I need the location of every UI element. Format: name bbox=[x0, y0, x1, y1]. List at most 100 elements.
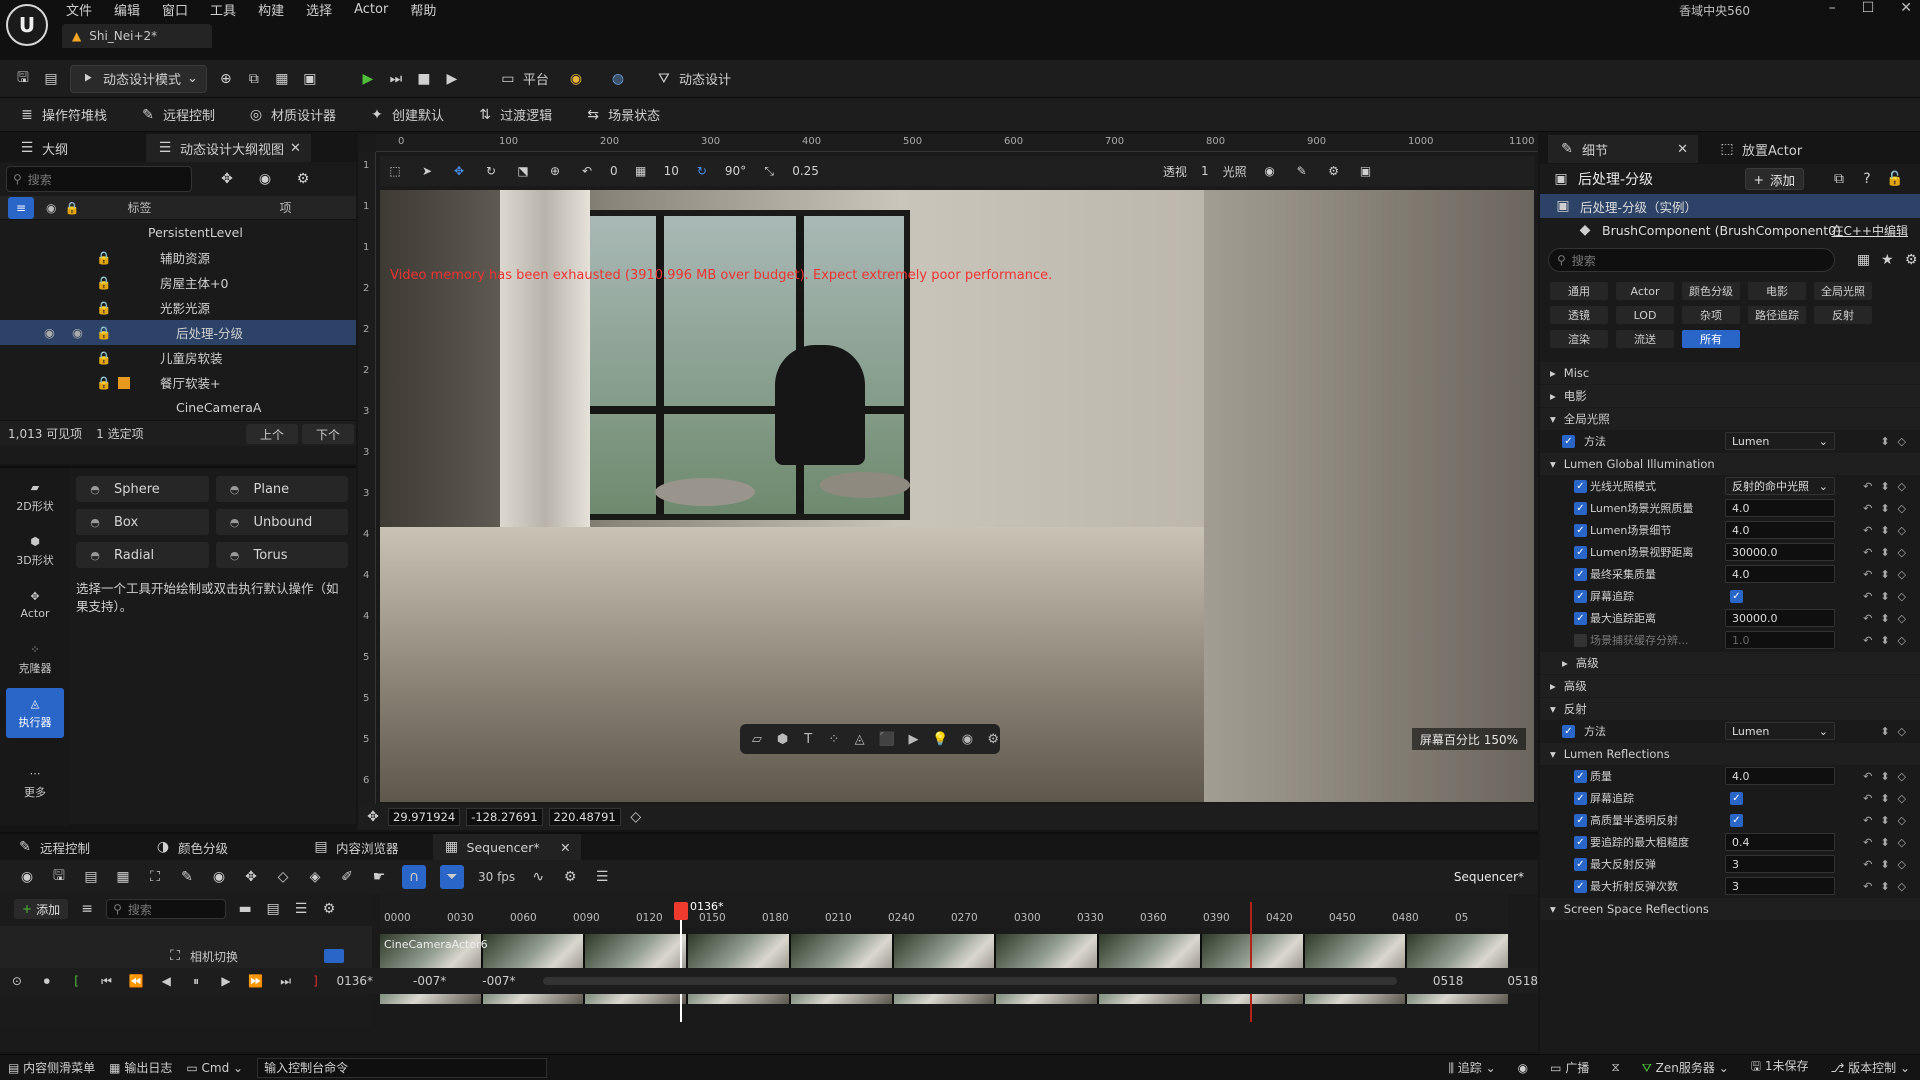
jump-end-icon[interactable]: ⏭ bbox=[277, 972, 295, 990]
array-icon[interactable]: ⬍ bbox=[1880, 480, 1889, 493]
close-icon[interactable]: ✕ bbox=[1900, 0, 1912, 16]
value-checkbox[interactable]: ✓ bbox=[1730, 791, 1743, 805]
refl-method-dropdown[interactable]: Lumen ⌄ bbox=[1725, 722, 1835, 740]
angle-snap-icon[interactable]: ↻ bbox=[693, 162, 711, 180]
override-checkbox[interactable]: ✓ bbox=[1574, 567, 1587, 581]
help-icon[interactable]: ? bbox=[1858, 170, 1876, 188]
menu-actor[interactable]: Actor bbox=[354, 2, 388, 17]
list-icon[interactable]: ☰ bbox=[292, 900, 310, 918]
maximize-icon[interactable]: ☐ bbox=[1862, 0, 1875, 16]
stop-icon[interactable]: ■ bbox=[415, 70, 433, 88]
timeline[interactable]: 0000 0030 0060 0090 0120 0150 0180 0210 0240 0270… bbox=[380, 894, 1509, 1028]
array-icon[interactable]: ⬍ bbox=[1880, 634, 1889, 647]
array-icon[interactable]: ⬍ bbox=[1880, 435, 1889, 448]
gear-icon[interactable]: ⚙ bbox=[320, 900, 338, 918]
cmd-dropdown[interactable]: ▭ Cmd ⌄ bbox=[186, 1061, 243, 1075]
section-gi[interactable]: ▾ 全局光照 bbox=[1540, 408, 1920, 430]
override-checkbox[interactable]: ✓ bbox=[1574, 769, 1587, 783]
playback-end-marker[interactable] bbox=[1250, 902, 1252, 1022]
shape-plane[interactable]: ◓ Plane bbox=[215, 476, 348, 502]
coord-x[interactable]: 29.971924 bbox=[388, 808, 461, 826]
list-icon[interactable]: ☰ bbox=[593, 868, 611, 886]
layers-dropdown[interactable]: 1 bbox=[1201, 164, 1209, 178]
scale-snap-icon[interactable]: ⤡ bbox=[760, 162, 778, 180]
view-mode-dropdown[interactable]: 透视 bbox=[1163, 163, 1187, 180]
keyframe-icon[interactable]: ◇ bbox=[1898, 792, 1906, 805]
render-icon[interactable]: ▦ bbox=[114, 868, 132, 886]
section-lumen-reflections[interactable]: ▾ Lumen Reflections bbox=[1540, 743, 1920, 765]
shape-radial[interactable]: ◓ Radial bbox=[76, 542, 209, 568]
rotate-icon[interactable]: ↻ bbox=[482, 162, 500, 180]
edit-in-cpp-link[interactable]: 在C++中编辑 bbox=[1832, 222, 1909, 239]
close-icon[interactable]: ✕ bbox=[290, 141, 301, 156]
globe-icon[interactable]: ◍ bbox=[609, 70, 627, 88]
keyframe-icon[interactable]: ◇ bbox=[1898, 725, 1906, 738]
override-checkbox[interactable]: ✓ bbox=[1574, 813, 1587, 827]
keyframe-icon[interactable]: ◇ bbox=[1898, 612, 1906, 625]
rot-snap-value[interactable]: 0 bbox=[610, 164, 618, 178]
current-frame[interactable]: 0136* bbox=[336, 974, 373, 988]
coord-y[interactable]: -128.27691 bbox=[466, 808, 543, 826]
section-advanced-gi[interactable]: ▸ 高级 bbox=[1540, 652, 1920, 674]
array-icon[interactable]: ⬍ bbox=[1880, 880, 1889, 893]
output-log-button[interactable]: ▦ 输出日志 bbox=[109, 1059, 172, 1076]
mode-3d-shapes[interactable]: ⬢ 3D形状 bbox=[6, 526, 64, 576]
shape-icon[interactable]: ⬢ bbox=[776, 730, 790, 748]
settings-icon[interactable]: ◉ bbox=[567, 70, 585, 88]
tab-details[interactable]: ✎ 细节 ✕ bbox=[1548, 135, 1698, 163]
tree-row-helper[interactable]: 🔒 辅助资源 bbox=[0, 245, 356, 270]
override-checkbox[interactable]: ✓ bbox=[1574, 589, 1587, 603]
prev-button[interactable]: 上个 bbox=[246, 424, 298, 444]
visibility-icon[interactable]: ◉ bbox=[256, 170, 274, 188]
reset-icon[interactable]: ↶ bbox=[1863, 480, 1872, 493]
add-component-button[interactable]: + 添加 bbox=[1744, 168, 1804, 190]
mode-dropdown[interactable]: ⯈ 动态设计模式 ⌄ bbox=[70, 64, 207, 93]
keyframe-icon[interactable]: ◇ bbox=[1898, 524, 1906, 537]
grid-snap-value[interactable]: 10 bbox=[664, 164, 679, 178]
move-icon[interactable]: ✥ bbox=[450, 162, 468, 180]
add-track-button[interactable]: + 添加 bbox=[14, 899, 69, 919]
prop-value-field[interactable]: 4.0 bbox=[1725, 565, 1835, 583]
menu-tools[interactable]: 工具 bbox=[210, 0, 236, 19]
range-start-view[interactable]: -007* bbox=[482, 974, 515, 988]
step-back-icon[interactable]: ◀ bbox=[157, 972, 175, 990]
range-start[interactable]: -007* bbox=[413, 974, 446, 988]
array-icon[interactable]: ⬍ bbox=[1880, 612, 1889, 625]
lock-icon[interactable]: 🔒 bbox=[96, 250, 112, 266]
light-icon[interactable]: 💡 bbox=[932, 730, 948, 748]
tab-motion-outliner[interactable]: ☰ 动态设计大纲视图 ✕ bbox=[146, 134, 311, 162]
component-brush[interactable]: ◆ BrushComponent (BrushComponent0) 在C++中编辑 bbox=[1540, 218, 1920, 242]
remote-control-button[interactable]: ✎ 远程控制 bbox=[131, 101, 223, 129]
show-icon[interactable]: ◉ bbox=[1261, 162, 1279, 180]
override-checkbox[interactable]: ✓ bbox=[1562, 434, 1575, 448]
override-checkbox[interactable]: ✓ bbox=[1574, 791, 1587, 805]
tab-place-actor[interactable]: ⬚ 放置Actor bbox=[1708, 135, 1812, 163]
tree-row-house[interactable]: 🔒 房屋主体+0 bbox=[0, 270, 356, 295]
world-icon[interactable]: ⊕ bbox=[546, 162, 564, 180]
step-icon[interactable]: ⏭ bbox=[387, 70, 405, 88]
jump-start-icon[interactable]: ⏮ bbox=[98, 972, 116, 990]
override-checkbox[interactable]: ✓ bbox=[1574, 857, 1587, 871]
pin-icon[interactable]: ▬ bbox=[236, 900, 254, 918]
effector-icon[interactable]: ◬ bbox=[853, 730, 867, 748]
array-icon[interactable]: ⬍ bbox=[1880, 502, 1889, 515]
mode-effector[interactable]: ◬ 执行器 bbox=[6, 688, 64, 738]
array-icon[interactable]: ⬍ bbox=[1880, 792, 1889, 805]
range-end[interactable]: 0518 bbox=[1433, 974, 1464, 988]
menu-edit[interactable]: 编辑 bbox=[114, 0, 140, 19]
tab-remote-control[interactable]: ✎ 远程控制 bbox=[6, 834, 100, 860]
prop-value-field[interactable]: 30000.0 bbox=[1725, 543, 1835, 561]
prop-value-field[interactable]: 0.4 bbox=[1725, 833, 1835, 851]
record-icon[interactable]: ⏺ bbox=[38, 972, 56, 990]
pencil-icon[interactable]: ✎ bbox=[1293, 162, 1311, 180]
reset-icon[interactable]: ↶ bbox=[1863, 524, 1872, 537]
shape-unbound[interactable]: ◓ Unbound bbox=[215, 509, 348, 535]
reset-icon[interactable]: ↶ bbox=[1863, 590, 1872, 603]
reset-icon[interactable]: ↶ bbox=[1863, 612, 1872, 625]
prop-value-field[interactable]: 3 bbox=[1725, 855, 1835, 873]
track-search-input[interactable]: ⚲ 搜索 bbox=[106, 899, 227, 919]
transform-icon[interactable]: ✥ bbox=[218, 170, 236, 188]
trace-button[interactable]: ⫼ 追踪 ⌄ bbox=[1448, 1059, 1495, 1076]
lock-icon[interactable]: 🔒 bbox=[96, 350, 112, 366]
filter-icon[interactable]: ≡ bbox=[78, 900, 96, 918]
